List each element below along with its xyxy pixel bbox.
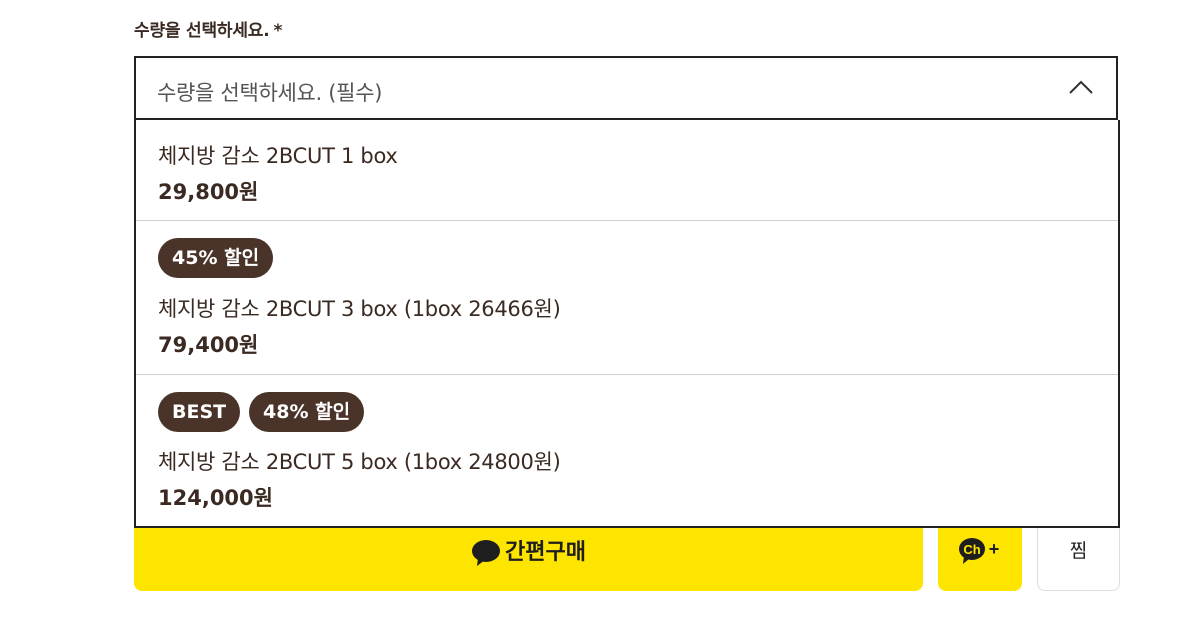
- option-name: 체지방 감소 2BCUT 3 box (1box 26466원): [158, 297, 561, 321]
- chevron-up-icon[interactable]: [1068, 78, 1094, 96]
- quantity-label: 수량을 선택하세요. *: [134, 16, 282, 41]
- kakao-channel-add-icon: Ch +: [959, 538, 1000, 564]
- speech-bubble-icon: [472, 540, 501, 566]
- option-price: 124,000원: [158, 486, 273, 510]
- option-price: 79,400원: [158, 333, 259, 357]
- quick-buy-label: 간편구매: [505, 540, 586, 565]
- best-badge: BEST: [158, 392, 241, 432]
- option-item-5box[interactable]: BEST 48% 할인 체지방 감소 2BCUT 5 box (1box 248…: [136, 375, 1118, 528]
- option-item-3box[interactable]: 45% 할인 체지방 감소 2BCUT 3 box (1box 26466원) …: [136, 221, 1118, 375]
- kakao-channel-button[interactable]: Ch +: [938, 520, 1022, 591]
- quick-buy-content: 간편구매: [134, 534, 923, 567]
- option-name: 체지방 감소 2BCUT 1 box: [158, 144, 398, 168]
- wishlist-label: 찜: [1069, 540, 1088, 562]
- discount-badge: 45% 할인: [158, 238, 274, 278]
- option-price: 29,800원: [158, 180, 259, 204]
- quantity-select-value: 수량을 선택하세요. (필수): [157, 81, 383, 105]
- discount-badge: 48% 할인: [249, 392, 365, 432]
- quantity-label-text: 수량을 선택하세요.: [134, 21, 270, 41]
- quantity-dropdown-list: 체지방 감소 2BCUT 1 box 29,800원 45% 할인 체지방 감소…: [134, 120, 1120, 528]
- svg-text:Ch: Ch: [963, 542, 980, 557]
- wishlist-button[interactable]: 찜: [1037, 520, 1120, 591]
- option-item-1box[interactable]: 체지방 감소 2BCUT 1 box 29,800원: [136, 120, 1118, 221]
- required-mark: *: [273, 21, 283, 41]
- svg-text:+: +: [989, 539, 1000, 559]
- quantity-select[interactable]: 수량을 선택하세요. (필수): [134, 56, 1118, 120]
- quick-buy-button[interactable]: 간편구매: [134, 520, 923, 591]
- option-name: 체지방 감소 2BCUT 5 box (1box 24800원): [158, 450, 561, 474]
